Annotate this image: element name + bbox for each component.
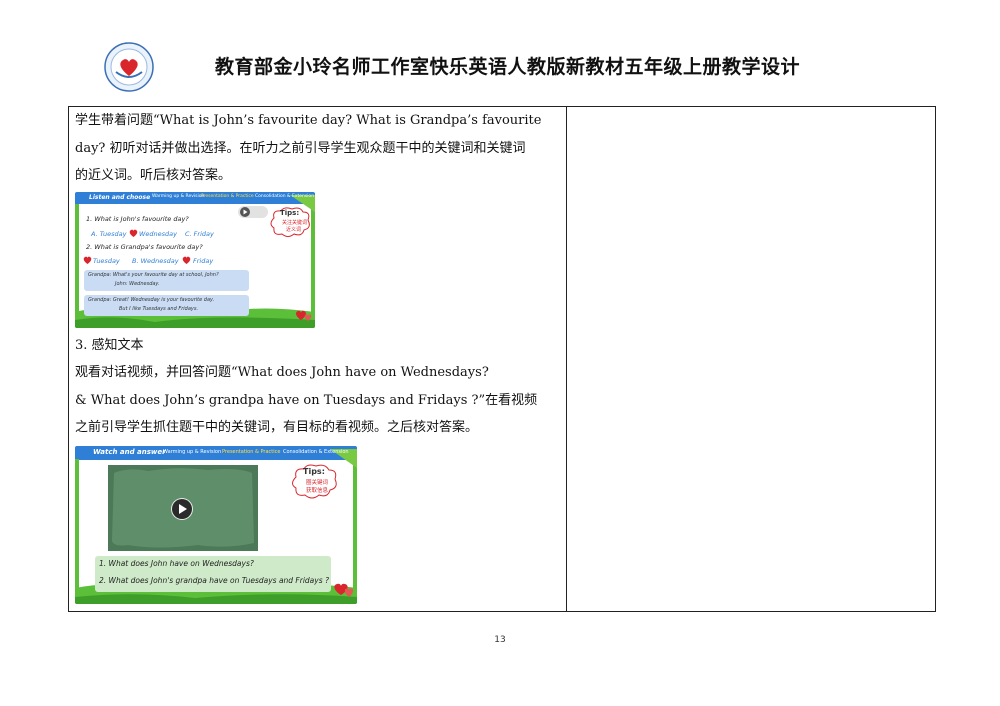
listen-and-choose-slide: Listen and choose Warming up & Revision … — [75, 191, 315, 328]
slide-tab-active: Listen and choose — [89, 193, 151, 201]
slide-tab: Consolidation & Extension — [255, 193, 315, 199]
watch-and-answer-slide: Watch and answer Warming up & Revision P… — [75, 445, 357, 604]
hearts-decoration-icon — [296, 310, 312, 321]
tips-text: 关注关键词 — [282, 219, 308, 226]
option-text: A. Tuesday — [91, 229, 127, 238]
option-text: Tuesday — [93, 256, 120, 265]
audio-play-icon[interactable] — [238, 205, 268, 218]
option-text: Wednesday — [139, 229, 178, 238]
notes-cell — [567, 107, 935, 611]
slide-tab: Consolidation & Extension — [283, 448, 349, 455]
dialogue-text: John: Wednesday. — [115, 280, 160, 287]
question-text: 2. What does John's grandpa have on Tues… — [99, 575, 329, 585]
heart-marker-icon — [182, 256, 191, 264]
tips-title: Tips: — [280, 208, 300, 217]
slide-tab: Warming up & Revision — [152, 193, 205, 199]
paragraph-line: day? 初听对话并做出选择。在听力之前引导学生观众题干中的关键词和关键词 — [75, 140, 526, 156]
slide-tab: Presentation & Practice — [222, 448, 281, 455]
tips-text: 圈关键词 — [306, 479, 329, 486]
paragraph-line: 的近义词。听后核对答案。 — [75, 168, 232, 183]
question-text: 2. What is Grandpa's favourite day? — [86, 242, 203, 251]
paragraph-line: 学生带着问题“What is John’s favourite day? Wha… — [75, 113, 542, 128]
video-play-icon[interactable] — [171, 498, 193, 520]
paragraph-line: 之前引导学生抓住题干中的关键词，有目标的看视频。之后核对答案。 — [75, 420, 479, 435]
question-text: 1. What does John have on Wednesdays? — [99, 558, 254, 568]
section-heading: 3. 感知文本 — [75, 337, 144, 353]
tips-text: 获取信息 — [306, 487, 329, 494]
page-number: 13 — [494, 635, 506, 645]
dialogue-text: Grandpa: Great! Wednesday is your favour… — [88, 296, 215, 303]
paragraph-line: 观看对话视频，并回答问题“What does John have on Wedn… — [75, 365, 489, 380]
tips-title: Tips: — [303, 466, 325, 476]
paragraph-line: & What does John’s grandpa have on Tuesd… — [75, 392, 538, 408]
option-text: B. Wednesday — [132, 256, 179, 265]
slide-tab-active: Watch and answer — [93, 447, 166, 456]
dialogue-text: But I like Tuesdays and Fridays. — [119, 305, 199, 312]
dialogue-text: Grandpa: What's your favourite day at sc… — [88, 271, 219, 278]
question-text: 1. What is John's favourite day? — [86, 214, 189, 223]
heart-marker-icon — [83, 256, 92, 264]
teaching-process-cell: 学生带着问题“What is John’s favourite day? Wha… — [75, 107, 561, 604]
option-text: Friday — [193, 256, 214, 265]
option-text: C. Friday — [185, 229, 214, 238]
heart-marker-icon — [129, 229, 138, 237]
studio-logo-icon — [104, 42, 154, 92]
page-header: 教育部金小玲名师工作室快乐英语人教版新教材五年级上册教学设计 — [0, 0, 1000, 100]
lesson-table: 学生带着问题“What is John’s favourite day? Wha… — [68, 106, 936, 612]
slide-tab: Warming up & Revision — [163, 448, 222, 455]
tips-text: 近义词 — [286, 226, 302, 233]
document-title: 教育部金小玲名师工作室快乐英语人教版新教材五年级上册教学设计 — [215, 56, 801, 78]
hearts-decoration-icon — [334, 583, 354, 597]
slide-tab: Presentation & Practice — [201, 193, 254, 199]
